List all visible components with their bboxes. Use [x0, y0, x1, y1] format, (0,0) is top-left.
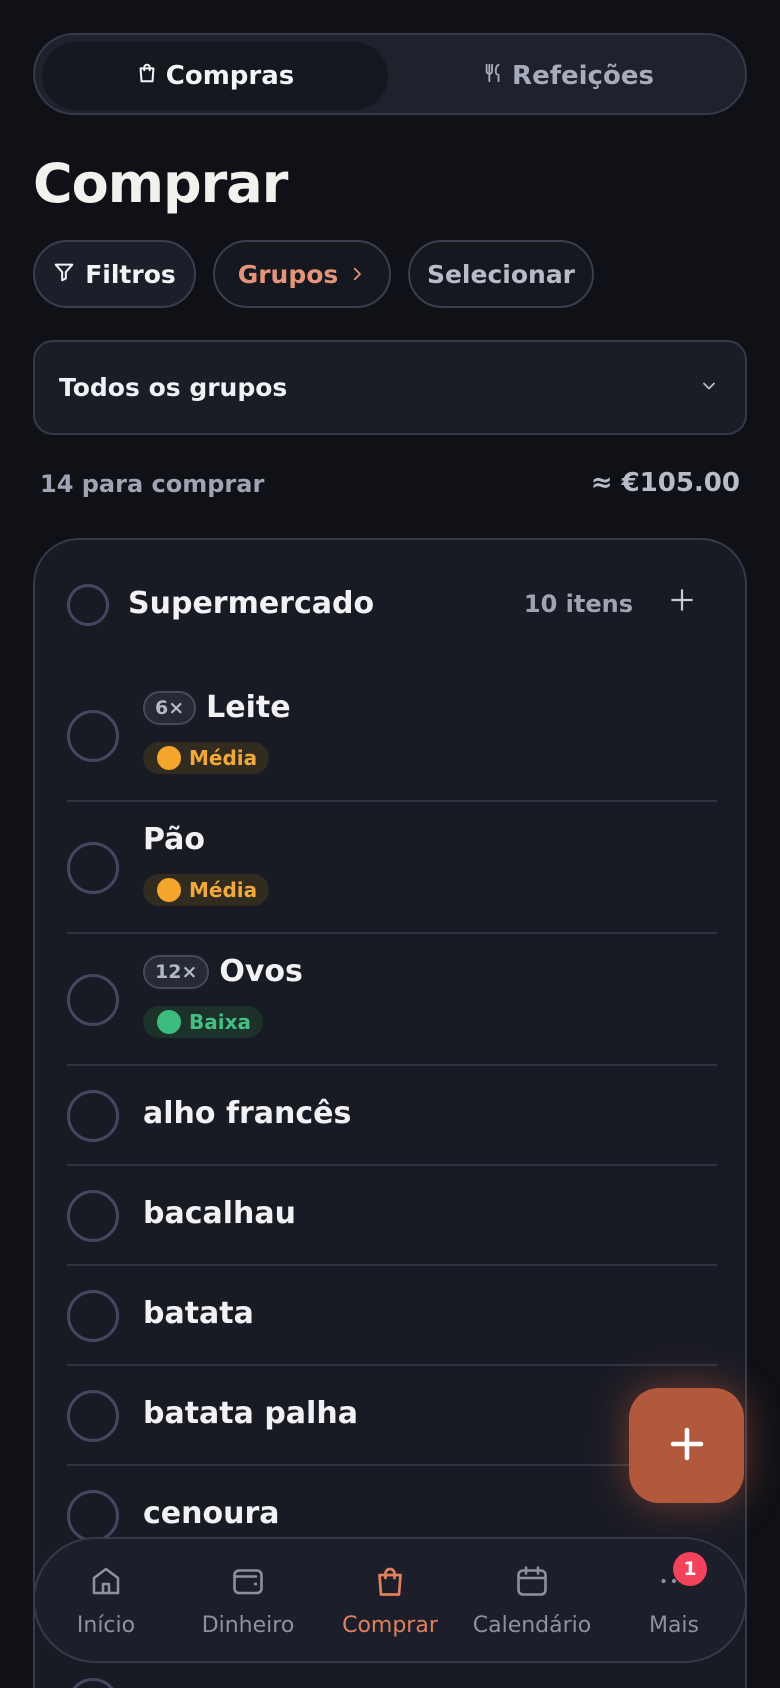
- items-to-buy-count: 14 para comprar: [40, 470, 265, 498]
- select-button[interactable]: Selecionar: [408, 240, 594, 308]
- shopping-bag-icon: [372, 1563, 408, 1605]
- priority-dot-icon: [157, 878, 181, 902]
- nav-item-inicio[interactable]: Início: [35, 1539, 177, 1661]
- item-name: cenoura: [143, 1496, 280, 1531]
- priority-badge: Baixa: [143, 1006, 263, 1038]
- item-checkbox[interactable]: [67, 842, 119, 894]
- bottom-nav: Início Dinheiro Comprar Calendário Mais …: [33, 1537, 747, 1663]
- group-item-count: 10 itens: [523, 590, 633, 618]
- add-item-fab[interactable]: [629, 1388, 744, 1503]
- notification-badge: 1: [673, 1552, 707, 1586]
- group-header: Supermercado 10 itens: [35, 540, 745, 670]
- nav-label: Comprar: [342, 1612, 438, 1638]
- item-checkbox[interactable]: [67, 1390, 119, 1442]
- group-card-supermercado: Supermercado 10 itens 6× Leite Média Pão…: [33, 538, 747, 1688]
- groups-button[interactable]: Grupos: [213, 240, 391, 308]
- page-title: Comprar: [33, 152, 288, 215]
- group-checkbox[interactable]: [67, 584, 109, 626]
- home-icon: [88, 1563, 124, 1605]
- nav-label: Início: [76, 1612, 136, 1638]
- chevron-right-icon: [348, 260, 366, 289]
- group-title: Supermercado: [128, 586, 375, 621]
- filters-label: Filtros: [85, 259, 176, 289]
- add-item-icon[interactable]: [669, 582, 695, 622]
- list-item[interactable]: batata palha: [67, 1366, 717, 1466]
- nav-label: Mais: [648, 1612, 700, 1638]
- item-name: bacalhau: [143, 1196, 296, 1231]
- mode-switch: Compras Refeições: [33, 33, 747, 115]
- nav-label: Dinheiro: [201, 1612, 295, 1638]
- plus-icon: [666, 1423, 708, 1469]
- priority-label: Média: [189, 746, 258, 770]
- estimated-total: ≈ €105.00: [590, 468, 740, 498]
- tab-refeicoes[interactable]: Refeições: [395, 42, 741, 110]
- utensils-icon: [482, 61, 504, 92]
- priority-dot-icon: [157, 1010, 181, 1034]
- item-name: Leite: [206, 690, 291, 725]
- list-item[interactable]: 6× Leite Média: [67, 670, 717, 802]
- filters-button[interactable]: Filtros: [33, 240, 196, 308]
- priority-badge: Média: [143, 742, 270, 774]
- tab-compras[interactable]: Compras: [42, 42, 388, 110]
- item-checkbox[interactable]: [67, 1290, 119, 1342]
- priority-label: Média: [189, 878, 258, 902]
- list-item[interactable]: Pão Média: [67, 802, 717, 934]
- item-checkbox[interactable]: [67, 1490, 119, 1542]
- wallet-icon: [230, 1563, 266, 1605]
- item-name: batata: [143, 1296, 254, 1331]
- item-name: Ovos: [219, 954, 303, 989]
- tab-compras-label: Compras: [165, 61, 295, 91]
- item-name: alho francês: [143, 1096, 352, 1131]
- shopping-bag-icon: [136, 61, 158, 91]
- groups-label: Grupos: [237, 259, 339, 289]
- tab-refeicoes-label: Refeições: [512, 61, 654, 91]
- item-checkbox[interactable]: [67, 1090, 119, 1142]
- nav-label: Calendário: [472, 1612, 592, 1638]
- item-checkbox[interactable]: [67, 1190, 119, 1242]
- item-name: Pão: [143, 822, 206, 857]
- nav-item-calendario[interactable]: Calendário: [461, 1539, 603, 1661]
- nav-item-comprar[interactable]: Comprar: [319, 1539, 461, 1661]
- list-item[interactable]: alho francês: [67, 1066, 717, 1166]
- list-item[interactable]: 12× Ovos Baixa: [67, 934, 717, 1066]
- quantity-badge: 6×: [143, 690, 197, 725]
- filter-icon: [53, 260, 75, 289]
- calendar-icon: [514, 1563, 550, 1605]
- nav-item-mais[interactable]: Mais 1: [603, 1539, 745, 1661]
- priority-label: Baixa: [189, 1010, 251, 1034]
- nav-item-dinheiro[interactable]: Dinheiro: [177, 1539, 319, 1661]
- chevron-down-icon: [699, 376, 719, 400]
- list-item[interactable]: bacalhau: [67, 1166, 717, 1266]
- priority-dot-icon: [157, 746, 181, 770]
- item-name: batata palha: [143, 1396, 358, 1431]
- item-checkbox[interactable]: [67, 974, 119, 1026]
- group-select-value: Todos os grupos: [59, 373, 288, 402]
- priority-badge: Média: [143, 874, 270, 906]
- quantity-badge: 12×: [143, 954, 210, 989]
- group-select[interactable]: Todos os grupos: [33, 340, 747, 435]
- select-label: Selecionar: [426, 259, 576, 289]
- list-item[interactable]: batata: [67, 1266, 717, 1366]
- item-checkbox[interactable]: [67, 710, 119, 762]
- item-checkbox[interactable]: [67, 1678, 119, 1688]
